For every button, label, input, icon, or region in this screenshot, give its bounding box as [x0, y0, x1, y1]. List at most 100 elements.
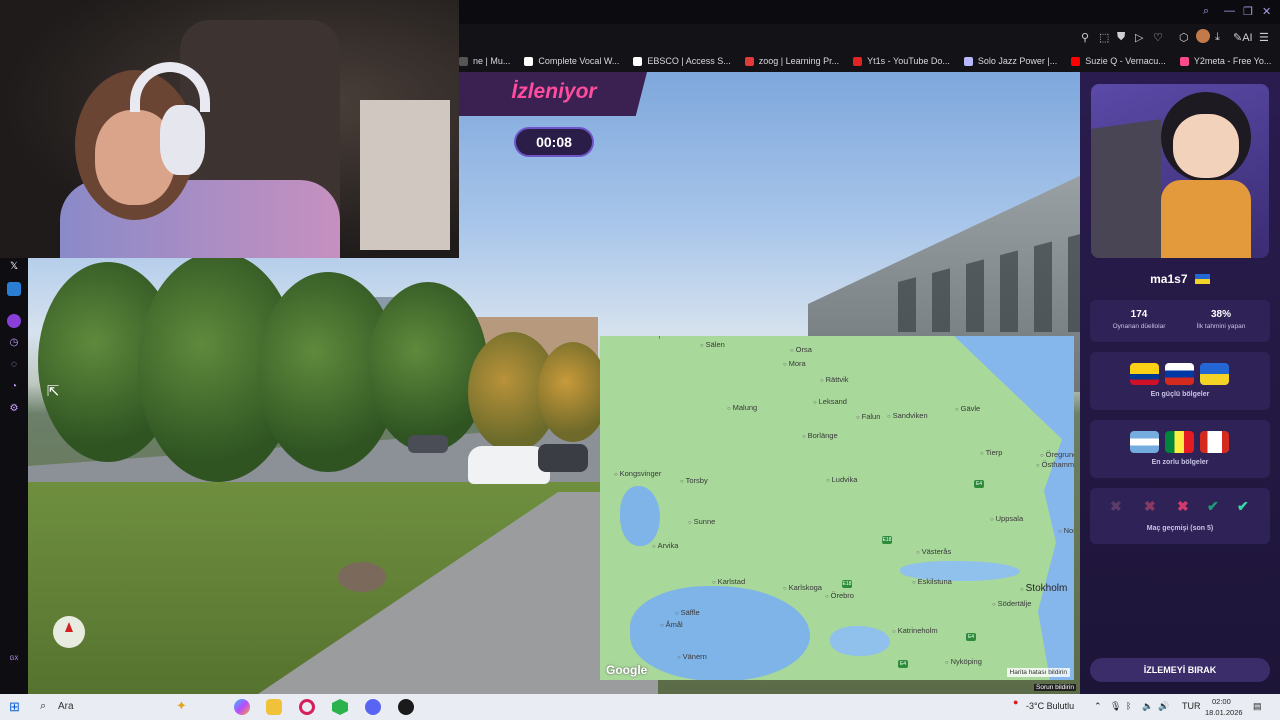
chevron-up-icon[interactable]: ⌃	[1094, 701, 1102, 712]
map-city-label: Östhammar	[1036, 460, 1074, 469]
watching-label: İzleniyor	[511, 80, 597, 103]
history-loss-icon: ✖	[1110, 498, 1122, 514]
volume-icon[interactable]: 🔊	[1158, 701, 1169, 712]
pin-icon[interactable]: ⚲	[1081, 31, 1089, 44]
sparkle-icon: ✦	[176, 698, 187, 713]
guatemala-flag-icon	[1130, 431, 1159, 453]
hardest-regions-card: En zorlu bölgeler	[1090, 420, 1270, 478]
bookmark-item[interactable]: Solo Jazz Power |...	[963, 56, 1057, 66]
first-guess-value: 38%	[1210, 309, 1231, 320]
canada-flag-icon	[1200, 431, 1229, 453]
map-city-label: Örebro	[825, 591, 854, 600]
bookmark-label: ne | Mu...	[473, 56, 511, 66]
gx-icon[interactable]: GX	[7, 652, 21, 666]
report-issue-link[interactable]: Sorun bildirin	[1034, 684, 1076, 691]
bookmark-item[interactable]: ne | Mu...	[459, 56, 510, 66]
bookmark-item[interactable]: Suzie Q - Vernacu...	[1071, 56, 1166, 66]
messenger-icon[interactable]: ◌	[7, 358, 21, 372]
compass-icon[interactable]	[53, 616, 85, 648]
ukraine-flag-icon	[1200, 363, 1229, 385]
search-icon[interactable]: ⌕	[1203, 5, 1209, 18]
ai-icon[interactable]: ✎AI	[1233, 31, 1253, 44]
stop-watching-button[interactable]: İZLEMEYİ BIRAK	[1090, 658, 1270, 682]
map-city-label: Västerås	[916, 547, 952, 556]
map-city-label: Borlänge	[802, 431, 838, 440]
map-city-label: Eskilstuna	[912, 577, 952, 586]
avatar-face	[1173, 114, 1239, 178]
senegal-flag-icon	[1165, 431, 1194, 453]
taskbar-search-input[interactable]: Ara	[30, 697, 220, 717]
webcam-overlay	[0, 0, 459, 258]
bookmark-favicon-icon	[459, 56, 468, 66]
map-city-label: Åmål	[660, 620, 683, 629]
map-city-label: Stokholm	[1020, 583, 1068, 594]
language-indicator[interactable]: TUR	[1182, 701, 1201, 711]
bookmark-item[interactable]: zoog | Learning Pr...	[744, 56, 839, 66]
clock-time[interactable]: 02:00	[1212, 697, 1231, 706]
map-city-label: Ludvika	[826, 475, 858, 484]
profile-avatar-icon[interactable]	[1196, 29, 1210, 43]
microphone-icon[interactable]: 🎙	[1110, 701, 1121, 712]
map-city-label: Nor	[1058, 526, 1074, 535]
bluetooth-icon[interactable]: ᛒ	[1126, 701, 1131, 711]
hardest-regions-label: En zorlu bölgeler	[1151, 459, 1209, 466]
map-city-label: Leksand	[813, 397, 847, 406]
maximize-icon[interactable]: ❐	[1243, 5, 1253, 18]
bookmark-item[interactable]: Yt1s - YouTube Do...	[853, 56, 950, 66]
avatar-outfit	[1161, 180, 1251, 258]
copilot-icon[interactable]	[234, 699, 250, 715]
guess-map[interactable]: Sälen Orsa Mora Rättvik Leksand Malung Falun Sa…	[600, 336, 1074, 680]
close-icon[interactable]: ✕	[1262, 5, 1271, 18]
map-report-link[interactable]: Harita hatası bildirin	[1006, 668, 1070, 677]
lake-vanern	[630, 586, 810, 680]
discord-icon[interactable]	[365, 699, 381, 715]
browser-sidebar: 𝕏 ◷ ◌ ◔ ⚙ GX	[0, 258, 28, 694]
app-icon[interactable]	[7, 282, 21, 296]
map-city-label: Gävle	[955, 404, 981, 413]
map-city-label: Mora	[783, 359, 806, 368]
monitor	[1091, 119, 1161, 258]
bookmark-item[interactable]: Complete Vocal W...	[524, 56, 619, 66]
notifications-icon[interactable]: ▤	[1253, 701, 1262, 712]
music-icon[interactable]	[7, 314, 21, 328]
screenshot-icon[interactable]: ⬚	[1099, 31, 1109, 44]
windows-start-icon[interactable]: ⊞	[9, 699, 23, 714]
menu-icon[interactable]: ☰	[1259, 31, 1269, 44]
play-icon[interactable]: ▷	[1135, 31, 1143, 44]
map-city-label: Katrineholm	[892, 626, 938, 635]
match-history-label: Maç geçmişi (son 5)	[1146, 525, 1214, 532]
bookmark-favicon-icon	[633, 56, 643, 66]
x-icon[interactable]: 𝕏	[7, 260, 21, 274]
player-name: ma1s7	[1080, 272, 1280, 286]
opera-gx-icon[interactable]	[299, 699, 315, 715]
map-city-label: Sälen	[700, 340, 725, 349]
map-city-label: Nyköping	[945, 657, 982, 666]
ukraine-flag-icon	[1194, 274, 1210, 284]
speaker-icon[interactable]: 🔈	[1142, 701, 1153, 712]
bookmark-item[interactable]: EBSCO | Access S...	[633, 56, 731, 66]
map-city-label: Rättvik	[820, 375, 849, 384]
heart-icon[interactable]: ♡	[1153, 31, 1163, 44]
bookmark-label: EBSCO | Access S...	[647, 56, 731, 66]
map-city-label: Öregrund	[1040, 450, 1074, 459]
weather-text[interactable]: -3°C Bulutlu	[1026, 701, 1074, 711]
clock-icon[interactable]: ◔	[7, 380, 21, 394]
extensions-icon[interactable]: ⬡	[1179, 31, 1189, 44]
clock-date[interactable]: 18.01.2026	[1205, 708, 1243, 717]
settings-icon[interactable]: ⚙	[7, 402, 21, 416]
bookmark-label: Yt1s - YouTube Do...	[867, 56, 950, 66]
obs-icon[interactable]	[398, 699, 414, 715]
map-city-label: Karlstad	[712, 577, 746, 586]
minimize-icon[interactable]: —	[1224, 5, 1235, 17]
bookmark-favicon-icon	[963, 56, 973, 66]
duels-played-value: 174	[1130, 309, 1148, 320]
shield-icon[interactable]: ⛊	[1117, 31, 1125, 44]
bookmark-item[interactable]: Y2meta - Free Yo...	[1179, 56, 1271, 66]
history-icon[interactable]: ◷	[7, 336, 21, 350]
tree	[368, 282, 488, 452]
map-city-label: Arvika	[652, 541, 679, 550]
stats-card: 174 Oynanan düellolar 38% İlk tahmini ya…	[1090, 300, 1270, 342]
exit-streetview-icon[interactable]: ⇱	[42, 382, 64, 404]
download-icon[interactable]: ⤓	[1215, 31, 1220, 44]
file-explorer-icon[interactable]	[266, 699, 282, 715]
